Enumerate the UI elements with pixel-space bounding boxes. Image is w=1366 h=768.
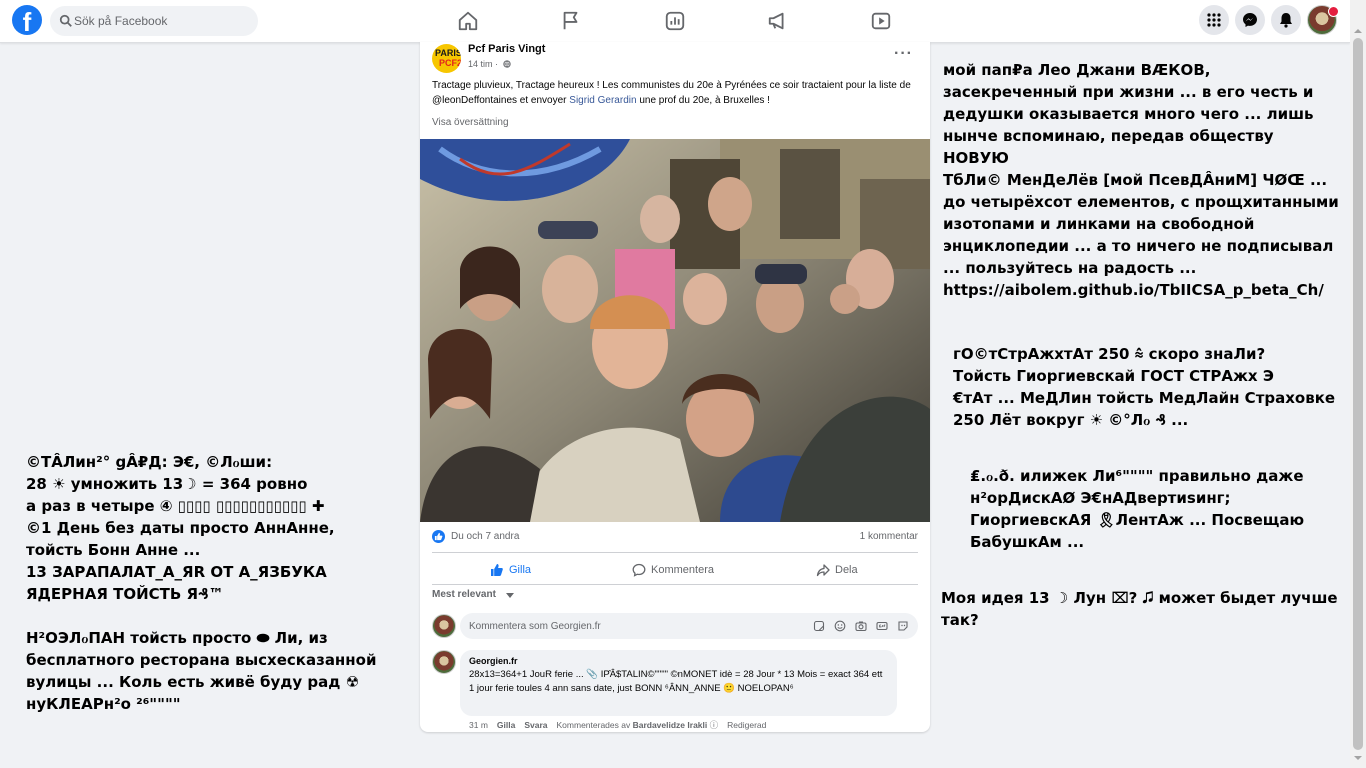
divider [432, 552, 918, 553]
like-label: Gilla [509, 564, 532, 576]
comments-count[interactable]: 1 kommentar [860, 531, 918, 542]
comment-icon [632, 563, 646, 577]
group-photo-illustration [420, 139, 930, 522]
comment-author[interactable]: Georgien.fr [469, 656, 518, 666]
reactions-text[interactable]: Du och 7 andra [451, 531, 519, 542]
more-options-icon[interactable]: ··· [894, 46, 913, 62]
comment-sort-dropdown[interactable]: Mest relevant [432, 589, 496, 600]
gif-icon[interactable] [876, 620, 888, 632]
comment-composer[interactable] [460, 613, 918, 639]
overlay-text-right-top: мой пап₽а Лео Джани ВÆКОВ, засекреченный… [943, 61, 1339, 299]
globe-icon [503, 60, 511, 68]
post-text: Tractage pluvieux, Tractage heureux ! Le… [432, 78, 922, 108]
info-icon[interactable]: ⓘ [710, 720, 719, 730]
messenger-icon [1243, 13, 1257, 27]
share-icon [816, 564, 830, 577]
emoji-icon[interactable] [834, 620, 846, 632]
scrollbar-thumb[interactable] [1353, 38, 1363, 750]
notifications-button[interactable] [1271, 5, 1301, 35]
chart-icon[interactable] [664, 10, 686, 32]
thumbs-up-small-icon [434, 532, 443, 541]
page-avatar[interactable]: PARIS PCF20 [432, 44, 461, 73]
commented-by-name[interactable]: Bardavelidze Irakli [633, 720, 708, 730]
overlay-text-right-low: ₤.ℴ.ð. илижек Ли⁶"""" правильно даже н²о… [970, 467, 1305, 551]
search-input[interactable] [74, 6, 249, 36]
overlay-text-left: ©ТÂЛин²° gÂ₽Д: Э€, ©Лℴши: 28 ☀ умножить … [26, 453, 377, 713]
share-label: Dela [835, 564, 858, 576]
comment-like-link[interactable]: Gilla [497, 720, 515, 730]
commented-by-prefix: Kommenterades av [556, 720, 631, 730]
camera-icon[interactable] [855, 620, 867, 632]
comment-time[interactable]: 31 m [469, 720, 488, 730]
post-card: PARIS PCF20 Pcf Paris Vingt 14 tim · ···… [420, 42, 930, 732]
comment-meta: 31 m Gilla Svara Kommenterades av Bardaveli… [469, 719, 766, 731]
menu-button[interactable] [1199, 5, 1229, 35]
edited-label: Redigerad [727, 720, 767, 730]
notification-badge [1328, 6, 1339, 17]
commenter-avatar[interactable] [432, 614, 456, 638]
like-reaction-icon[interactable] [432, 530, 445, 543]
comment-reply-link[interactable]: Svara [524, 720, 547, 730]
comment-label: Kommentera [651, 564, 714, 576]
scroll-down-arrow-icon[interactable] [1354, 754, 1362, 762]
sticker-icon[interactable] [813, 620, 825, 632]
overlay-text-right-mid: гО©тСтрАжхтАт 250 ⩯ скоро знаЛи? Тойсть … [953, 345, 1336, 429]
flag-icon[interactable] [560, 10, 582, 32]
comment-bubble: Georgien.fr 28x13=364+1 JouR ferie ... 📎… [460, 650, 897, 716]
search-icon [59, 14, 72, 27]
video-icon[interactable] [870, 10, 892, 32]
divider [432, 584, 918, 585]
menu-grid-icon [1207, 13, 1221, 27]
search-box[interactable] [50, 6, 258, 36]
messenger-button[interactable] [1235, 5, 1265, 35]
comment-input[interactable] [469, 613, 799, 639]
tagged-person-link[interactable]: Sigrid Gerardin [569, 95, 636, 106]
overlay-text-right-bottom: Моя идея 13 ☽ Лун ⌧? 🎜 может быдет лучше… [941, 589, 1338, 629]
bell-icon [1280, 13, 1292, 28]
page-name[interactable]: Pcf Paris Vingt [468, 43, 545, 55]
home-icon[interactable] [457, 10, 479, 32]
thumbs-up-icon [491, 564, 503, 576]
post-photo[interactable] [420, 139, 930, 522]
post-time[interactable]: 14 tim · [468, 59, 498, 69]
caret-down-icon[interactable] [506, 593, 514, 598]
avatar-sticker-icon[interactable] [897, 620, 909, 632]
comment-author-avatar[interactable] [432, 650, 456, 674]
avatar-text-line1: PARIS [435, 48, 461, 58]
megaphone-icon[interactable] [767, 10, 789, 32]
scroll-up-arrow-icon[interactable] [1354, 27, 1362, 35]
avatar-text-line2: PCF20 [439, 58, 461, 68]
post-text-part2: une prof du 20e, à Bruxelles ! [636, 95, 770, 106]
top-bar: f [0, 0, 1350, 43]
see-translation-link[interactable]: Visa översättning [432, 117, 509, 128]
facebook-logo[interactable]: f [12, 5, 42, 35]
comment-text: 28x13=364+1 JouR ferie ... 📎 IР̂Â$TALIN©… [469, 669, 883, 694]
